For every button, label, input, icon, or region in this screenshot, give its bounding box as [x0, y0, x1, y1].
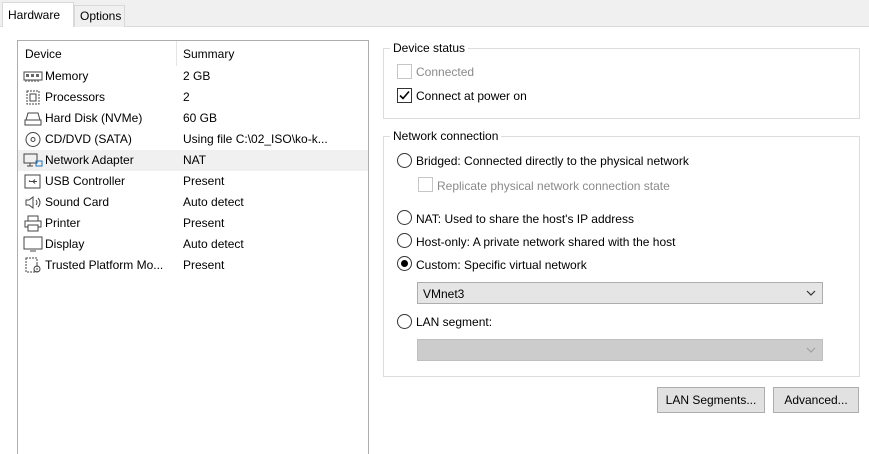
device-name: Trusted Platform Mo...	[45, 258, 164, 272]
checkmark-icon	[399, 90, 410, 100]
device-row-hard-disk[interactable]: Hard Disk (NVMe) 60 GB	[18, 108, 368, 129]
lan-segment-radio[interactable]	[397, 314, 412, 329]
sound-card-icon	[25, 196, 41, 209]
list-header: Device Summary	[18, 41, 368, 67]
device-summary: Present	[183, 174, 225, 188]
device-row-tpm[interactable]: Trusted Platform Mo... Present	[18, 255, 368, 276]
network-connection-title: Network connection	[390, 129, 502, 143]
device-summary: Auto detect	[183, 237, 244, 251]
tab-options[interactable]: Options	[74, 5, 125, 27]
tab-divider	[0, 26, 869, 27]
device-name: Sound Card	[45, 195, 110, 209]
device-summary: Auto detect	[183, 195, 244, 209]
bridged-radio[interactable]	[397, 153, 412, 168]
device-name: Memory	[45, 69, 89, 83]
device-summary: NAT	[183, 153, 207, 167]
usb-icon	[24, 174, 41, 189]
custom-radio[interactable]	[397, 256, 412, 271]
lan-segment-select[interactable]	[417, 339, 823, 361]
connect-at-power-on-label: Connect at power on	[416, 89, 527, 103]
connected-label: Connected	[416, 65, 475, 79]
column-header-device[interactable]: Device	[25, 47, 62, 61]
column-header-summary[interactable]: Summary	[183, 47, 234, 61]
device-name: Hard Disk (NVMe)	[45, 111, 143, 125]
device-row-usb-controller[interactable]: USB Controller Present	[18, 171, 368, 192]
device-row-printer[interactable]: Printer Present	[18, 213, 368, 234]
device-summary: 2 GB	[183, 69, 211, 83]
device-name: USB Controller	[45, 174, 126, 188]
device-summary: 2	[183, 90, 190, 104]
device-summary: Using file C:\02_ISO\ko-k...	[183, 132, 328, 146]
connected-checkbox[interactable]	[397, 64, 412, 79]
cd-dvd-icon	[25, 132, 41, 147]
device-row-network-adapter[interactable]: Network Adapter NAT	[18, 150, 368, 171]
tpm-icon	[25, 257, 41, 273]
device-name: Processors	[45, 90, 106, 104]
nat-radio[interactable]	[397, 210, 412, 225]
custom-network-select[interactable]: VMnet3	[417, 282, 823, 304]
custom-network-value: VMnet3	[423, 287, 465, 301]
chevron-down-icon	[806, 290, 816, 296]
device-name: CD/DVD (SATA)	[45, 132, 132, 146]
processor-icon	[26, 90, 40, 105]
device-row-sound-card[interactable]: Sound Card Auto detect	[18, 192, 368, 213]
lan-segments-button[interactable]: LAN Segments...	[657, 387, 765, 413]
printer-icon	[24, 215, 42, 232]
custom-label: Custom: Specific virtual network	[416, 258, 587, 272]
replicate-checkbox[interactable]	[418, 177, 433, 192]
device-name: Network Adapter	[45, 153, 134, 167]
tab-strip	[0, 0, 869, 27]
device-name: Display	[45, 237, 85, 251]
display-icon	[23, 236, 43, 252]
host-only-label: Host-only: A private network shared with…	[416, 235, 676, 249]
hard-disk-icon	[24, 112, 42, 126]
device-list[interactable]: Device Summary Memory 2 GB Processors 2 …	[17, 40, 369, 454]
bridged-label: Bridged: Connected directly to the physi…	[416, 154, 689, 168]
device-summary: 60 GB	[183, 111, 218, 125]
replicate-label: Replicate physical network connection st…	[437, 179, 670, 193]
tab-hardware[interactable]: Hardware	[2, 2, 74, 27]
device-row-display[interactable]: Display Auto detect	[18, 234, 368, 255]
connect-at-power-on-checkbox[interactable]	[397, 88, 412, 103]
nat-label: NAT: Used to share the host's IP address	[416, 212, 634, 226]
device-summary: Present	[183, 258, 225, 272]
host-only-radio[interactable]	[397, 233, 412, 248]
memory-icon	[23, 71, 43, 82]
device-status-title: Device status	[390, 41, 469, 55]
device-status-group: Device status	[383, 41, 860, 119]
network-adapter-icon	[23, 153, 43, 167]
device-row-memory[interactable]: Memory 2 GB	[18, 66, 368, 87]
advanced-button[interactable]: Advanced...	[773, 387, 859, 413]
chevron-down-icon	[806, 347, 816, 353]
device-row-cd-dvd[interactable]: CD/DVD (SATA) Using file C:\02_ISO\ko-k.…	[18, 129, 368, 150]
device-name: Printer	[45, 216, 81, 230]
device-summary: Present	[183, 216, 225, 230]
lan-segment-label: LAN segment:	[416, 315, 493, 329]
radio-selected-dot	[401, 260, 408, 267]
column-separator[interactable]	[176, 41, 177, 66]
device-row-processors[interactable]: Processors 2	[18, 87, 368, 108]
